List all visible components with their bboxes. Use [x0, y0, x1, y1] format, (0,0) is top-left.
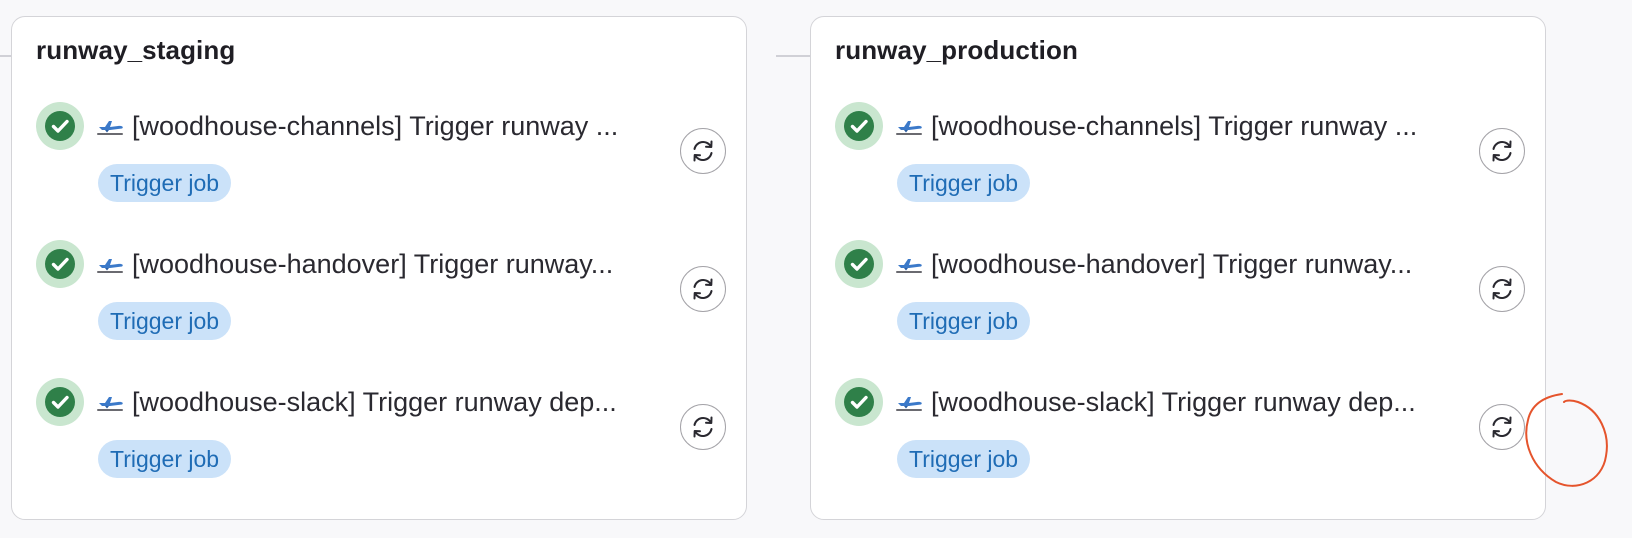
job-link[interactable]: [woodhouse-channels] Trigger runway ...	[96, 108, 664, 144]
retry-button[interactable]	[1479, 266, 1525, 312]
status-success-icon[interactable]	[835, 378, 883, 426]
trigger-job-badge: Trigger job	[897, 440, 1031, 478]
stage-card: runway_production [woodhouse-channels] Tr…	[810, 16, 1546, 520]
retry-button[interactable]	[680, 266, 726, 312]
trigger-job-badge: Trigger job	[98, 164, 232, 202]
status-success-icon[interactable]	[36, 240, 84, 288]
airplane-departure-icon	[895, 248, 925, 273]
trigger-job-badge: Trigger job	[897, 164, 1031, 202]
retry-button[interactable]	[680, 404, 726, 450]
retry-button[interactable]	[680, 128, 726, 174]
job-title-text: [woodhouse-slack] Trigger runway dep...	[931, 387, 1416, 417]
job-item: [woodhouse-channels] Trigger runway ... T…	[36, 102, 726, 222]
airplane-departure-icon	[96, 110, 126, 135]
job-link[interactable]: [woodhouse-slack] Trigger runway dep...	[895, 384, 1463, 420]
job-item: [woodhouse-slack] Trigger runway dep... T…	[36, 378, 726, 498]
airplane-departure-icon	[96, 248, 126, 273]
retry-button[interactable]	[1479, 128, 1525, 174]
job-title-text: [woodhouse-channels] Trigger runway ...	[132, 111, 619, 141]
job-link[interactable]: [woodhouse-channels] Trigger runway ...	[895, 108, 1463, 144]
airplane-departure-icon	[96, 386, 126, 411]
trigger-job-badge: Trigger job	[98, 440, 232, 478]
stage-card: runway_staging [woodhouse-channels] Trigg…	[11, 16, 747, 520]
job-link[interactable]: [woodhouse-slack] Trigger runway dep...	[96, 384, 664, 420]
job-title-text: [woodhouse-handover] Trigger runway...	[931, 249, 1413, 279]
job-title-text: [woodhouse-slack] Trigger runway dep...	[132, 387, 617, 417]
airplane-departure-icon	[895, 110, 925, 135]
job-item: [woodhouse-channels] Trigger runway ... T…	[835, 102, 1525, 222]
status-success-icon[interactable]	[835, 240, 883, 288]
status-success-icon[interactable]	[36, 102, 84, 150]
stage-title: runway_production	[835, 35, 1078, 65]
trigger-job-badge: Trigger job	[98, 302, 232, 340]
job-title-text: [woodhouse-channels] Trigger runway ...	[931, 111, 1418, 141]
retry-button[interactable]	[1479, 404, 1525, 450]
job-item: [woodhouse-handover] Trigger runway... Tr…	[36, 240, 726, 360]
trigger-job-badge: Trigger job	[897, 302, 1031, 340]
stage-title: runway_staging	[36, 35, 236, 65]
job-item: [woodhouse-handover] Trigger runway... Tr…	[835, 240, 1525, 360]
job-link[interactable]: [woodhouse-handover] Trigger runway...	[96, 246, 664, 282]
job-item: [woodhouse-slack] Trigger runway dep... T…	[835, 378, 1525, 498]
job-title-text: [woodhouse-handover] Trigger runway...	[132, 249, 614, 279]
job-link[interactable]: [woodhouse-handover] Trigger runway...	[895, 246, 1463, 282]
airplane-departure-icon	[895, 386, 925, 411]
status-success-icon[interactable]	[835, 102, 883, 150]
status-success-icon[interactable]	[36, 378, 84, 426]
